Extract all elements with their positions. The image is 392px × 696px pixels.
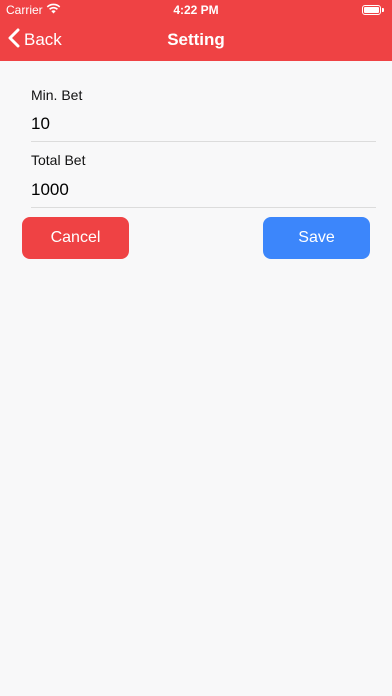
total-bet-input[interactable] bbox=[31, 176, 376, 204]
status-bar: Carrier 4:22 PM bbox=[0, 0, 392, 20]
battery-icon bbox=[362, 5, 384, 15]
nav-bar: Back Setting bbox=[0, 20, 392, 61]
min-bet-label: Min. Bet bbox=[31, 87, 83, 103]
save-button[interactable]: Save bbox=[263, 217, 370, 259]
clock: 4:22 PM bbox=[173, 3, 219, 17]
divider bbox=[31, 207, 376, 208]
min-bet-input[interactable] bbox=[31, 110, 376, 138]
page-title: Setting bbox=[167, 30, 225, 49]
cancel-button[interactable]: Cancel bbox=[22, 217, 129, 259]
header: Carrier 4:22 PM Back Setting bbox=[0, 0, 392, 61]
total-bet-label: Total Bet bbox=[31, 152, 86, 168]
divider bbox=[31, 141, 376, 142]
